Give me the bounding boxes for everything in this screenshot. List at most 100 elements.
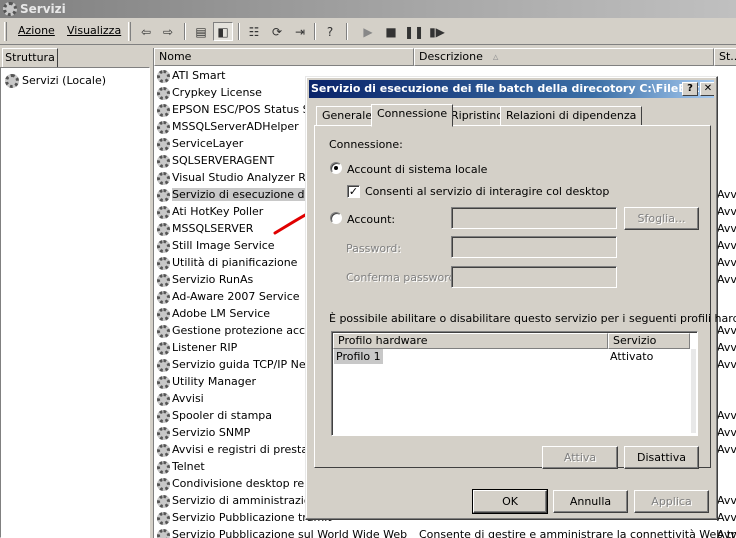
menu-azione[interactable]: Azione [18,24,55,37]
local-account-label[interactable]: Account di sistema locale [347,163,487,176]
gear-icon [157,460,170,474]
services-gear-icon [3,2,17,16]
password-label: Password: [346,242,402,255]
service-status: Avv [717,273,736,286]
toolbar-separator [314,23,316,40]
column-header-service[interactable]: Servizio [608,333,690,349]
gear-icon [157,239,170,253]
ok-button[interactable]: OK [472,489,548,514]
service-name: Ad-Aware 2007 Service [172,290,300,303]
pause-icon[interactable]: ❚❚ [404,22,424,41]
properties-icon[interactable]: ☷ [244,22,264,41]
confirm-password-field[interactable] [451,266,617,288]
gear-icon [157,443,170,457]
radio-dot [334,166,338,170]
gear-icon [157,307,170,321]
service-name: Crypkey License [172,86,262,99]
checkbox-interact-desktop[interactable]: ✓ [347,185,360,198]
gear-icon [157,290,170,304]
sort-arrow-icon: ▵ [492,50,499,63]
tab-generale[interactable]: Generale [316,106,379,126]
forward-arrow-icon[interactable]: ⇨ [158,22,178,41]
help-icon[interactable]: ? [682,82,698,96]
gear-icon [5,74,19,88]
column-header-profile[interactable]: Profilo hardware [333,333,608,349]
table-row[interactable]: Servizio Pubblicazione sul World Wide We… [154,526,736,538]
tab-connessione[interactable]: Connessione [371,104,454,127]
restart-icon[interactable]: ▮▶ [427,22,447,41]
gear-icon [157,120,170,134]
service-name: Servizio RunAs [172,273,254,286]
gear-icon [157,341,170,355]
interact-desktop-label[interactable]: Consenti al servizio di interagire col d… [365,185,609,198]
service-name: Avvisi e registri di prestazio [172,443,324,456]
stop-icon[interactable]: ■ [381,22,401,41]
service-description: Consente di gestire e amministrare la co… [419,528,736,538]
service-status: Avv [717,239,736,252]
back-arrow-icon[interactable]: ⇦ [136,22,156,41]
gear-icon [157,511,170,525]
service-name: Still Image Service [172,239,275,252]
hardware-profiles-list[interactable]: Profilo hardware Servizio Profilo 1 Atti… [331,331,698,436]
enable-button[interactable]: Attiva [542,446,618,469]
service-status: Avv [717,222,736,235]
password-field[interactable] [451,236,617,258]
gear-icon [157,171,170,185]
column-header-name[interactable]: Nome [154,48,414,66]
connection-label: Connessione: [329,138,403,151]
toolbar-grip [128,22,131,41]
service-status: Avv [717,443,736,456]
service-name: Avvisi [172,392,204,405]
gear-icon [157,69,170,83]
gear-icon [157,477,170,491]
service-status: Avv [717,494,736,507]
service-name: Servizio guida TCP/IP NetBI [172,358,321,371]
service-name: Listener RIP [172,341,238,354]
scrollbar[interactable] [691,349,696,433]
gear-icon [157,273,170,287]
service-name: Telnet [172,460,205,473]
gear-icon [157,426,170,440]
refresh-icon[interactable]: ⟳ [267,22,287,41]
column-header-status[interactable]: St.. [714,48,736,66]
help-icon[interactable]: ? [320,22,340,41]
export-list-icon[interactable]: ⇥ [290,22,310,41]
menu-visualizza[interactable]: Visualizza [67,24,121,37]
tab-struttura[interactable]: Struttura [2,48,58,68]
toolbar-separator [238,23,240,40]
play-icon[interactable]: ▶ [358,22,378,41]
radio-account[interactable] [330,212,342,224]
service-name: EPSON ESC/POS Status Ser [172,103,321,116]
gear-icon [157,392,170,406]
service-status: Avv [717,256,736,269]
browse-button[interactable]: Sfoglia... [624,207,699,230]
service-status: Avv [717,358,736,371]
hardware-profile-name[interactable]: Profilo 1 [334,349,383,364]
menu-toolbar: Azione Visualizza ⇦ ⇨ ▤ ◧ ☷ ⟳ ⇥ ? ▶ ■ ❚❚… [0,18,736,45]
cancel-button[interactable]: Annulla [553,490,628,513]
apply-button[interactable]: Applica [634,490,709,513]
radio-local-account[interactable] [330,162,342,174]
tab-relazioni-dipendenza[interactable]: Relazioni di dipendenza [500,106,643,126]
service-name: ATI Smart [172,69,226,82]
dialog-titlebar: Servizio di esecuzione dei file batch de… [309,80,714,98]
gear-icon [157,358,170,372]
service-status: Avv [717,511,736,524]
service-name: Servizio SNMP [172,426,251,439]
gear-icon [157,188,170,202]
account-field[interactable] [451,207,617,229]
service-status: Avv [717,188,736,201]
disable-button[interactable]: Disattiva [624,446,699,469]
tree-item-services-local[interactable]: Servizi (Locale) [5,74,106,88]
account-label[interactable]: Account: [347,213,395,226]
gear-icon [157,528,170,538]
folder-up-icon[interactable]: ▤ [191,22,211,41]
show-tree-icon[interactable]: ◧ [213,22,233,41]
column-header-description[interactable]: Descrizione ▵ [414,48,714,66]
close-icon[interactable]: ✕ [700,82,714,96]
window-title: Servizi [20,2,66,16]
toolbar-separator [346,23,348,40]
gear-icon [157,494,170,508]
service-name: Servizio Pubblicazione sul World Wide We… [172,528,408,538]
service-name: MSSQLServerADHelper [172,120,299,133]
